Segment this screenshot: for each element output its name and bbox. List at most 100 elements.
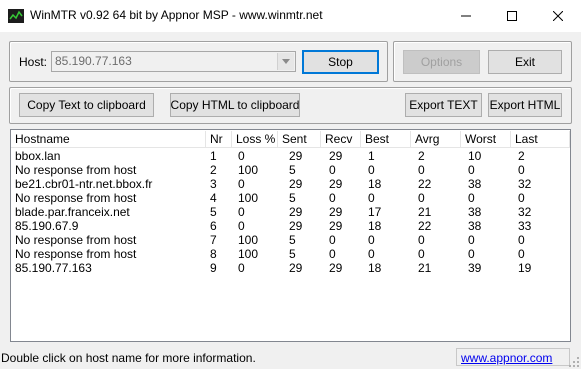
exit-button[interactable]: Exit (488, 50, 562, 74)
table-cell: 0 (329, 247, 336, 261)
table-cell: 100 (238, 233, 259, 247)
hostname-cell[interactable]: bbox.lan (15, 149, 60, 163)
maximize-button[interactable] (489, 0, 535, 32)
export-text-button[interactable]: Export TEXT (405, 93, 482, 117)
host-combobox[interactable]: 85.190.77.163 (51, 51, 296, 72)
table-cell: 0 (468, 247, 475, 261)
table-row[interactable]: be21.cbr01-ntr.net.bbox.fr 3 0 29 29 18 22 38 32 (11, 177, 570, 191)
hostname-cell[interactable]: No response from host (15, 233, 136, 247)
table-cell: 5 (289, 163, 296, 177)
table-cell: 0 (368, 233, 375, 247)
table-cell: 29 (329, 177, 343, 191)
column-header-recv[interactable]: Recv (321, 131, 361, 147)
table-cell: 33 (518, 219, 532, 233)
table-cell: 100 (238, 191, 259, 205)
table-cell: 0 (329, 191, 336, 205)
table-cell: 1 (368, 149, 375, 163)
combo-dropdown-button[interactable] (277, 53, 294, 70)
table-cell: 29 (289, 261, 303, 275)
table-cell: 2 (210, 163, 217, 177)
table-cell: 5 (289, 191, 296, 205)
table-cell: 0 (468, 191, 475, 205)
table-cell: 0 (368, 247, 375, 261)
table-cell: 0 (368, 191, 375, 205)
header-divider (11, 147, 570, 148)
table-cell: 29 (289, 219, 303, 233)
table-cell: 39 (468, 261, 482, 275)
column-header-best[interactable]: Best (361, 131, 411, 147)
table-row[interactable]: 85.190.67.9 6 0 29 29 18 22 38 33 (11, 219, 570, 233)
hostname-cell[interactable]: No response from host (15, 247, 136, 261)
column-header-nr[interactable]: Nr (206, 131, 232, 147)
table-cell: 38 (468, 205, 482, 219)
table-row[interactable]: No response from host 7 100 5 0 0 0 0 0 (11, 233, 570, 247)
table-cell: 100 (238, 247, 259, 261)
table-cell: 9 (210, 261, 217, 275)
table-cell: 0 (238, 177, 245, 191)
table-cell: 5 (289, 247, 296, 261)
table-cell: 0 (468, 163, 475, 177)
title-bar[interactable]: WinMTR v0.92 64 bit by Appnor MSP - www.… (0, 0, 581, 32)
export-html-button[interactable]: Export HTML (488, 93, 562, 117)
table-cell: 6 (210, 219, 217, 233)
table-cell: 5 (210, 205, 217, 219)
stop-button[interactable]: Stop (302, 50, 379, 74)
table-cell: 29 (329, 149, 343, 163)
table-cell: 29 (289, 205, 303, 219)
table-cell: 0 (418, 163, 425, 177)
table-row[interactable]: 85.190.77.163 9 0 29 29 18 21 39 19 (11, 261, 570, 275)
table-cell: 0 (368, 163, 375, 177)
options-button[interactable]: Options (403, 50, 480, 74)
column-header-last[interactable]: Last (511, 131, 570, 147)
hostname-cell[interactable]: 85.190.67.9 (15, 219, 78, 233)
host-label: Host: (19, 55, 48, 69)
table-row[interactable]: No response from host 2 100 5 0 0 0 0 0 (11, 163, 570, 177)
column-header-loss[interactable]: Loss % (232, 131, 278, 147)
table-cell: 21 (418, 205, 432, 219)
table-cell: 0 (418, 247, 425, 261)
hostname-cell[interactable]: be21.cbr01-ntr.net.bbox.fr (15, 177, 152, 191)
copy-text-button[interactable]: Copy Text to clipboard (19, 93, 154, 117)
copy-html-button[interactable]: Copy HTML to clipboard (170, 93, 300, 117)
table-cell: 0 (238, 219, 245, 233)
hostname-cell[interactable]: No response from host (15, 191, 136, 205)
maximize-icon (507, 11, 517, 21)
app-icon (8, 9, 24, 23)
table-cell: 29 (289, 149, 303, 163)
hostname-cell[interactable]: blade.par.franceix.net (15, 205, 130, 219)
table-cell: 32 (518, 177, 532, 191)
column-header-hostname[interactable]: Hostname (11, 131, 206, 147)
window-title: WinMTR v0.92 64 bit by Appnor MSP - www.… (30, 8, 323, 22)
close-button[interactable] (535, 0, 581, 32)
table-cell: 0 (518, 163, 525, 177)
table-cell: 17 (368, 205, 382, 219)
table-row[interactable]: blade.par.franceix.net 5 0 29 29 17 21 38 32 (11, 205, 570, 219)
table-row[interactable]: No response from host 8 100 5 0 0 0 0 0 (11, 247, 570, 261)
table-cell: 22 (418, 219, 432, 233)
minimize-button[interactable] (443, 0, 489, 32)
close-icon (553, 11, 563, 21)
table-cell: 29 (329, 261, 343, 275)
table-cell: 29 (329, 219, 343, 233)
table-cell: 0 (238, 149, 245, 163)
host-value: 85.190.77.163 (55, 54, 132, 68)
table-cell: 0 (329, 163, 336, 177)
column-header-worst[interactable]: Worst (461, 131, 511, 147)
table-cell: 8 (210, 247, 217, 261)
results-table[interactable]: Hostname Nr Loss % Sent Recv Best Avrg W… (10, 129, 571, 342)
table-row[interactable]: No response from host 4 100 5 0 0 0 0 0 (11, 191, 570, 205)
table-cell: 38 (468, 219, 482, 233)
column-header-avrg[interactable]: Avrg (411, 131, 461, 147)
resize-grip-icon[interactable] (569, 357, 579, 367)
column-header-sent[interactable]: Sent (278, 131, 321, 147)
table-cell: 38 (468, 177, 482, 191)
appnor-link[interactable]: www.appnor.com (461, 351, 552, 365)
table-cell: 3 (210, 177, 217, 191)
table-cell: 0 (238, 261, 245, 275)
table-row[interactable]: bbox.lan 1 0 29 29 1 2 10 2 (11, 149, 570, 163)
table-cell: 0 (238, 205, 245, 219)
hostname-cell[interactable]: No response from host (15, 163, 136, 177)
table-cell: 22 (418, 177, 432, 191)
table-cell: 5 (289, 233, 296, 247)
hostname-cell[interactable]: 85.190.77.163 (15, 261, 92, 275)
